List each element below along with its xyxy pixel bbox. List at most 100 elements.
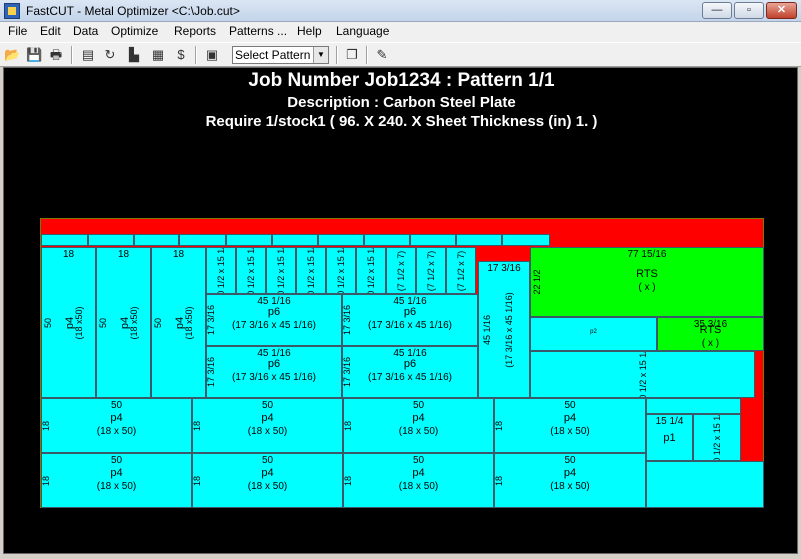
piece-size: (17 3/16 x 45 1/16) <box>368 320 452 331</box>
menu-patterns[interactable]: Patterns ... <box>229 24 287 38</box>
piece-p4[interactable]: 18 50 p4 (18 x50) <box>96 247 151 398</box>
print-icon[interactable]: 🖶 <box>48 47 64 63</box>
piece-size: (7 1/2 x 7) <box>426 250 436 291</box>
tiny-part[interactable] <box>41 234 88 246</box>
tiny-part[interactable] <box>179 234 226 246</box>
minimize-button[interactable]: — <box>702 2 732 19</box>
piece-p2[interactable]: (7 1/2 x 7) <box>386 247 416 294</box>
menu-bar: File Edit Data Optimize Reports Patterns… <box>0 22 801 42</box>
tiny-part[interactable] <box>318 234 364 246</box>
piece-p2-group[interactable]: p2 <box>530 317 657 351</box>
piece-p6[interactable]: 45 1/16 17 3/16 p6 (17 3/16 x 45 1/16) <box>206 294 342 346</box>
piece-size: (17 3/16 x 45 1/16) <box>232 372 316 383</box>
tiny-part[interactable] <box>646 398 741 414</box>
piece-name: p4 <box>412 466 425 479</box>
piece-size: (10 1/2 x 15 1/4) <box>306 247 316 294</box>
piece-p5[interactable]: (10 1/2 x 15 1/4) <box>266 247 296 294</box>
open-folder-icon[interactable]: 📂 <box>4 47 20 63</box>
piece-width-label: 50 <box>412 400 425 411</box>
close-button[interactable]: ✕ <box>766 2 797 19</box>
piece-p4[interactable]: 50 18 p4 (18 x 50) <box>343 453 494 508</box>
piece-p2[interactable]: (7 1/2 x 7) <box>416 247 446 294</box>
piece-p4[interactable]: 18 50 p4 (18 x50) <box>41 247 96 398</box>
optimize-icon[interactable]: ↻ <box>102 47 118 63</box>
menu-help[interactable]: Help <box>297 24 322 38</box>
tiny-part[interactable] <box>502 234 550 246</box>
piece-size: (10 1/2 x 15 1/4) <box>246 247 256 294</box>
piece-height-label: 50 <box>43 317 53 328</box>
remnant-rts[interactable]: 77 15/16 22 1/2 RTS( x ) <box>530 247 764 317</box>
stock-icon[interactable]: ▙ <box>126 47 142 63</box>
piece-p4[interactable]: 50 18 p4 (18 x 50) <box>41 398 192 453</box>
piece-size: (17 3/16 x 45 1/16) <box>232 320 316 331</box>
piece-width-label: 50 <box>110 455 123 466</box>
piece-size: (18 x 50) <box>550 425 590 437</box>
piece-p5[interactable]: (10 1/2 x 15 1/4) <box>356 247 386 294</box>
cost-icon[interactable]: $ <box>173 47 189 63</box>
piece-width-label: 17 3/16 <box>487 263 521 274</box>
pattern-select[interactable]: Select Pattern ▼ <box>232 46 329 64</box>
piece-p1[interactable]: (10 1/2 x 15 1/4) <box>693 414 741 461</box>
piece-p4[interactable]: 50 18 p4 (18 x 50) <box>41 453 192 508</box>
piece-size: (18 x50) <box>184 305 195 340</box>
remnant-size: ( x ) <box>701 338 720 349</box>
save-icon[interactable]: 💾 <box>26 47 42 63</box>
piece-size: (18 x 50) <box>398 425 439 437</box>
piece-size: (10 1/2 x 15 1/4) <box>637 351 648 398</box>
piece-p2[interactable]: (7 1/2 x 7) <box>446 247 476 294</box>
piece-p5[interactable]: (10 1/2 x 15 1/4) <box>236 247 266 294</box>
pattern-select-value: Select Pattern <box>235 48 311 62</box>
piece-p6[interactable]: 17 3/16 45 1/16 (17 3/16 x 45 1/16) <box>478 261 530 398</box>
piece-p6[interactable]: 45 1/16 17 3/16 p6 (17 3/16 x 45 1/16) <box>342 294 478 346</box>
piece-p5[interactable]: (10 1/2 x 15 1/4) <box>296 247 326 294</box>
piece-p1[interactable]: 15 1/4 p1 <box>646 414 693 461</box>
tiny-parts-group[interactable] <box>646 461 764 508</box>
copy-icon[interactable]: ❐ <box>344 47 360 63</box>
piece-size: (17 3/16 x 45 1/16) <box>368 372 452 383</box>
piece-name: p4 <box>110 466 123 479</box>
chevron-down-icon: ▼ <box>313 47 328 63</box>
piece-p5[interactable]: (10 1/2 x 15 1/4) <box>326 247 356 294</box>
menu-reports[interactable]: Reports <box>174 24 216 38</box>
piece-p5[interactable]: (10 1/2 x 15 1/4) <box>206 247 236 294</box>
piece-p4[interactable]: 50 18 p4 (18 x 50) <box>343 398 494 453</box>
tiny-part[interactable] <box>272 234 318 246</box>
maximize-button[interactable]: ▫ <box>734 2 764 19</box>
tiny-part[interactable] <box>410 234 456 246</box>
job-number-heading: Job Number Job1234 : Pattern 1/1 <box>248 70 555 91</box>
pattern-view-icon[interactable]: ▣ <box>204 47 220 63</box>
tiny-part[interactable] <box>364 234 410 246</box>
piece-size: (17 3/16 x 45 1/16) <box>504 291 514 368</box>
piece-width-label: 18 <box>172 249 185 260</box>
menu-file[interactable]: File <box>8 24 27 38</box>
piece-size: (18 x 50) <box>398 480 439 492</box>
piece-p5-group[interactable]: (10 1/2 x 15 1/4) <box>530 351 755 398</box>
requirement-heading: Require 1/stock1 ( 96. X 240. X Sheet Th… <box>205 113 598 130</box>
piece-name: p4 <box>563 466 577 479</box>
piece-size: (18 x 50) <box>247 425 288 437</box>
piece-size: (7 1/2 x 7) <box>456 250 466 291</box>
piece-name: p6 <box>267 358 281 370</box>
menu-data[interactable]: Data <box>73 24 98 38</box>
menu-optimize[interactable]: Optimize <box>111 24 158 38</box>
tiny-part[interactable] <box>226 234 272 246</box>
piece-name: p2 <box>590 329 597 335</box>
piece-name: p6 <box>267 306 281 318</box>
layers-icon[interactable]: ▦ <box>150 47 166 63</box>
piece-p6[interactable]: 45 1/16 17 3/16 p6 (17 3/16 x 45 1/16) <box>206 346 342 398</box>
help-icon[interactable]: ✎ <box>374 47 390 63</box>
piece-p4[interactable]: 50 18 p4 (18 x 50) <box>192 398 343 453</box>
piece-name: p1 <box>663 431 676 444</box>
tiny-part[interactable] <box>456 234 502 246</box>
report-icon[interactable]: ▤ <box>80 47 96 63</box>
tiny-part[interactable] <box>88 234 134 246</box>
piece-p4[interactable]: 50 18 p4 (18 x 50) <box>494 398 646 453</box>
piece-p4[interactable]: 50 18 p4 (18 x 50) <box>494 453 646 508</box>
menu-language[interactable]: Language <box>336 24 389 38</box>
remnant-rts[interactable]: 35 3/16 RTS( x ) <box>657 317 764 351</box>
piece-p4[interactable]: 18 50 p4 (18 x50) <box>151 247 206 398</box>
piece-p6[interactable]: 45 1/16 17 3/16 p6 (17 3/16 x 45 1/16) <box>342 346 478 398</box>
tiny-part[interactable] <box>134 234 179 246</box>
piece-p4[interactable]: 50 18 p4 (18 x 50) <box>192 453 343 508</box>
menu-edit[interactable]: Edit <box>40 24 61 38</box>
